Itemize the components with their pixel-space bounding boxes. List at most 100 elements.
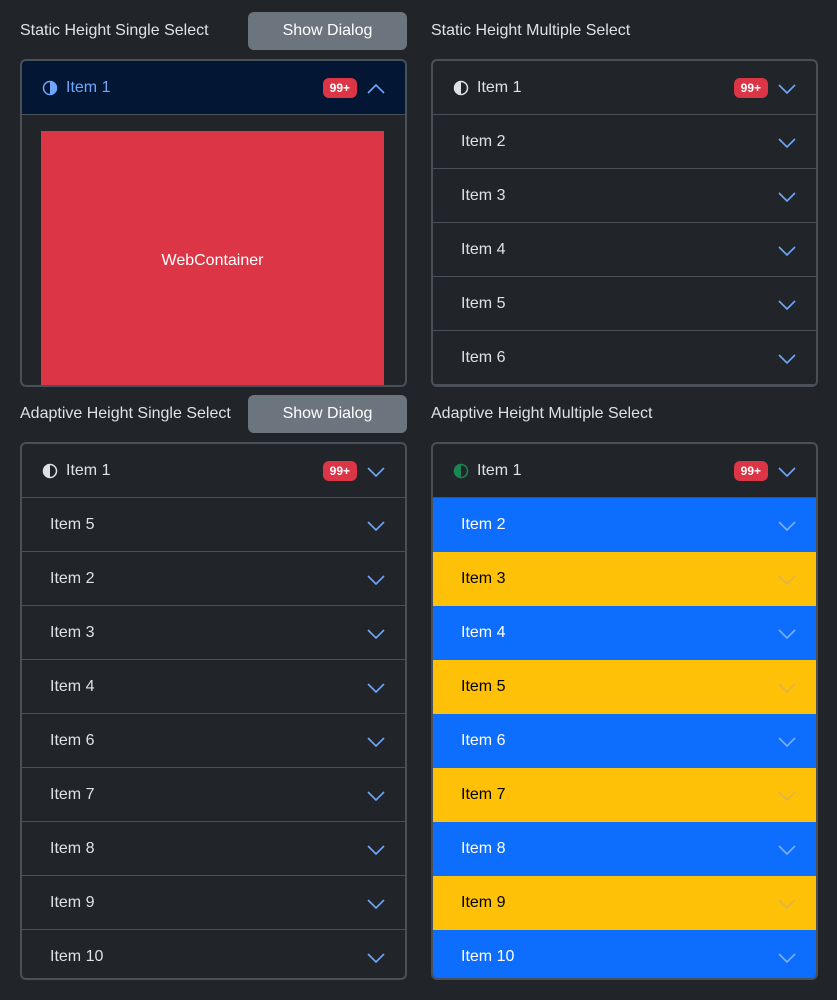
- chevron-down-icon[interactable]: [778, 136, 796, 148]
- chevron-up-icon[interactable]: [367, 82, 385, 94]
- accordion-item-header[interactable]: Item 1 99+: [22, 444, 405, 498]
- item-label: Item 7: [461, 786, 506, 803]
- item-label: Item 2: [461, 516, 506, 533]
- item-label: Item 9: [461, 894, 506, 911]
- accordion-static-single: Item 1 99+ WebContainer: [20, 59, 407, 387]
- item-label: Item 5: [461, 294, 506, 312]
- accordion-item[interactable]: Item 4: [22, 660, 405, 714]
- item-label: Item 3: [50, 623, 95, 641]
- show-dialog-button[interactable]: Show Dialog: [248, 395, 407, 433]
- show-dialog-button[interactable]: Show Dialog: [248, 12, 407, 50]
- chevron-down-icon[interactable]: [367, 519, 385, 531]
- item-label: Item 10: [461, 948, 515, 965]
- panel-title-adaptive-single: Adaptive Height Single Select: [20, 405, 231, 422]
- accordion-item-header[interactable]: Item 1 99+: [22, 61, 405, 115]
- half-circle-icon: [453, 80, 469, 96]
- accordion-adaptive-single: Item 1 99+ Item 5 Item 2 Item 3 Item 4 I…: [20, 442, 407, 980]
- chevron-down-icon[interactable]: [778, 465, 796, 477]
- accordion-item[interactable]: Item 4: [433, 223, 816, 277]
- accordion-item[interactable]: Item 7: [22, 768, 405, 822]
- accordion-item[interactable]: Item 8: [433, 822, 816, 876]
- chevron-down-icon[interactable]: [367, 681, 385, 693]
- item-label: Item 8: [461, 840, 506, 857]
- accordion-item[interactable]: Item 3: [433, 169, 816, 223]
- chevron-down-icon[interactable]: [778, 190, 796, 202]
- chevron-down-icon[interactable]: [778, 681, 796, 694]
- item-label: Item 6: [50, 731, 95, 749]
- accordion-item[interactable]: Item 8: [22, 822, 405, 876]
- count-badge: 99+: [733, 460, 768, 481]
- accordion-item[interactable]: Item 9: [433, 876, 816, 930]
- item-label: Item 2: [461, 132, 506, 150]
- chevron-down-icon[interactable]: [778, 298, 796, 310]
- item-label: Item 8: [50, 839, 95, 857]
- item-label: Item 5: [50, 515, 95, 533]
- chevron-down-icon[interactable]: [367, 843, 385, 855]
- web-container: WebContainer: [41, 131, 384, 385]
- accordion-item[interactable]: Item 2: [433, 498, 816, 552]
- accordion-item[interactable]: Item 6: [433, 331, 816, 385]
- half-circle-icon: [453, 463, 469, 479]
- accordion-static-multiple: Item 1 99+ Item 2 Item 3 Item 4 Item 5 I…: [431, 59, 818, 387]
- item-label: Item 3: [461, 570, 506, 587]
- half-circle-icon: [42, 80, 58, 96]
- accordion-item[interactable]: Item 10: [22, 930, 405, 978]
- accordion-item[interactable]: Item 5: [433, 660, 816, 714]
- item-label: Item 3: [461, 186, 506, 204]
- accordion-item[interactable]: Item 10: [433, 930, 816, 978]
- panel-title-static-multiple: Static Height Multiple Select: [431, 22, 631, 39]
- item-label: Item 4: [461, 624, 506, 641]
- accordion-item-header[interactable]: Item 1 99+: [433, 444, 816, 498]
- panel-title-static-single: Static Height Single Select: [20, 22, 209, 39]
- count-badge: 99+: [322, 77, 357, 98]
- panel-title-adaptive-multiple: Adaptive Height Multiple Select: [431, 405, 653, 422]
- chevron-down-icon[interactable]: [778, 519, 796, 532]
- chevron-down-icon[interactable]: [778, 897, 796, 910]
- chevron-down-icon[interactable]: [778, 843, 796, 856]
- accordion-body: WebContainer: [22, 115, 405, 385]
- chevron-down-icon[interactable]: [778, 951, 796, 964]
- accordion-item[interactable]: Item 3: [22, 606, 405, 660]
- accordion-item[interactable]: Item 6: [22, 714, 405, 768]
- chevron-down-icon[interactable]: [367, 465, 385, 477]
- accordion-item[interactable]: Item 6: [433, 714, 816, 768]
- item-label: Item 2: [50, 569, 95, 587]
- item-label: Item 6: [461, 348, 506, 366]
- accordion-item[interactable]: Item 2: [433, 115, 816, 169]
- count-badge: 99+: [322, 460, 357, 481]
- accordion-item[interactable]: Item 5: [22, 498, 405, 552]
- chevron-down-icon[interactable]: [778, 627, 796, 640]
- accordion-item[interactable]: Item 4: [433, 606, 816, 660]
- accordion-item[interactable]: Item 9: [22, 876, 405, 930]
- chevron-down-icon[interactable]: [778, 82, 796, 94]
- accordion-item-header[interactable]: Item 1 99+: [433, 61, 816, 115]
- accordion-item[interactable]: Item 3: [433, 552, 816, 606]
- accordion-item[interactable]: Item 7: [433, 768, 816, 822]
- chevron-down-icon[interactable]: [367, 735, 385, 747]
- item-label: Item 1: [66, 461, 111, 479]
- item-label: Item 6: [461, 732, 506, 749]
- chevron-down-icon[interactable]: [367, 789, 385, 801]
- chevron-down-icon[interactable]: [367, 573, 385, 585]
- chevron-down-icon[interactable]: [778, 735, 796, 748]
- item-label: Item 1: [477, 461, 522, 479]
- accordion-item[interactable]: Item 5: [433, 277, 816, 331]
- chevron-down-icon[interactable]: [778, 573, 796, 586]
- item-label: Item 7: [50, 785, 95, 803]
- chevron-down-icon[interactable]: [367, 951, 385, 964]
- item-label: Item 1: [477, 78, 522, 96]
- chevron-down-icon[interactable]: [778, 244, 796, 256]
- accordion-adaptive-multiple: Item 1 99+ Item 2 Item 3 Item 4 Item 5 I…: [431, 442, 818, 980]
- item-label: Item 9: [50, 893, 95, 911]
- accordion-item[interactable]: Item 2: [22, 552, 405, 606]
- item-label: Item 5: [461, 678, 506, 695]
- item-label: Item 1: [66, 78, 111, 96]
- item-label: Item 4: [50, 677, 95, 695]
- chevron-down-icon[interactable]: [778, 789, 796, 802]
- count-badge: 99+: [733, 77, 768, 98]
- item-label: Item 4: [461, 240, 506, 258]
- chevron-down-icon[interactable]: [367, 627, 385, 639]
- chevron-down-icon[interactable]: [778, 352, 796, 364]
- chevron-down-icon[interactable]: [367, 897, 385, 909]
- item-label: Item 10: [50, 948, 104, 965]
